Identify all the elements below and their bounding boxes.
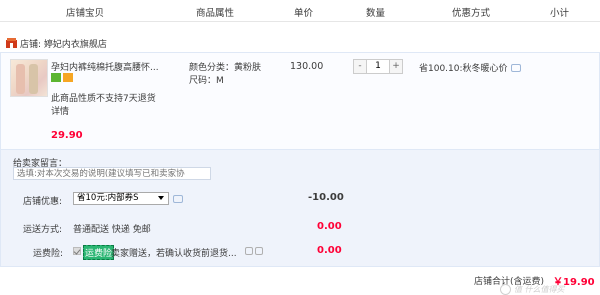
- insurance-icons: [245, 247, 265, 258]
- promotion-chat-icon[interactable]: [510, 64, 521, 72]
- insurance-label: 运费险:: [33, 249, 64, 259]
- coupon-label: 店铺优惠:: [23, 197, 63, 207]
- insurance-highlight: 运费险: [83, 245, 115, 260]
- quantity-input[interactable]: 1: [367, 60, 389, 73]
- return-policy-note: 此商品性质不支持7天退货: [51, 94, 156, 104]
- quantity-increase-button[interactable]: +: [389, 60, 402, 73]
- coupon-select-value: 省10元:内部券S: [77, 193, 139, 203]
- watermark-logo-icon: [500, 284, 511, 295]
- column-header-shop-item: 店铺宝贝: [66, 8, 105, 19]
- cart-item: 孕妇内裤纯棉托腹高腰怀... 此商品性质不支持7天退货 详情 29.90 颜色分…: [0, 52, 600, 150]
- insurance-description: 卖家赠送，若确认收货前退货...: [111, 249, 237, 259]
- attribute-color: 颜色分类：黄粉肤: [189, 63, 262, 73]
- promotion-info: 省100.10:秋冬暖心价: [419, 61, 521, 74]
- shop-row: 店铺: 婷妃内衣旗舰店: [0, 34, 600, 52]
- item-price-red: 29.90: [51, 130, 83, 141]
- shipping-amount: 0.00: [317, 221, 342, 232]
- order-options-panel: 给卖家留言： 店铺优惠: 省10元:内部券S -10.00 运送方式: 普通配送…: [0, 150, 600, 267]
- coupon-amount: -10.00: [308, 192, 344, 203]
- seller-message-input[interactable]: [13, 167, 211, 180]
- chevron-down-icon: [158, 196, 164, 200]
- detail-link[interactable]: 详情: [51, 104, 69, 117]
- attribute-size: 尺码：M: [189, 76, 224, 86]
- shipping-label: 运送方式:: [23, 225, 63, 235]
- coupon-chat-icon[interactable]: [173, 195, 183, 203]
- product-title-link[interactable]: 孕妇内裤纯棉托腹高腰怀...: [51, 60, 159, 73]
- quantity-decrease-button[interactable]: -: [354, 60, 367, 73]
- promotion-text: 省100.10:秋冬暖心价: [419, 64, 508, 74]
- coupon-select[interactable]: 省10元:内部券S: [73, 192, 169, 205]
- shop-name-link[interactable]: 店铺: 婷妃内衣旗舰店: [20, 37, 107, 50]
- unit-price-value: 130.00: [290, 61, 324, 72]
- product-thumbnail[interactable]: [10, 59, 48, 97]
- service-badge-icon: [51, 73, 61, 82]
- product-badges: [51, 73, 75, 83]
- column-header-subtotal: 小计: [550, 8, 570, 19]
- column-header-bar: 店铺宝贝 商品属性 单价 数量 优惠方式 小计: [0, 0, 600, 22]
- column-header-promotion: 优惠方式: [452, 8, 491, 19]
- help-icon[interactable]: [255, 247, 263, 255]
- chat-icon[interactable]: [245, 247, 253, 255]
- card-badge-icon: [63, 73, 73, 82]
- shop-icon: [6, 38, 17, 48]
- column-header-unit-price: 单价: [294, 8, 314, 19]
- shipping-method: 普通配送 快递 免邮: [73, 225, 151, 235]
- watermark-text: 值 什么值得买: [514, 285, 565, 294]
- site-watermark: 值 什么值得买: [500, 284, 595, 295]
- column-header-attributes: 商品属性: [196, 8, 235, 19]
- insurance-amount: 0.00: [317, 245, 342, 256]
- quantity-stepper: - 1 +: [353, 59, 403, 74]
- column-header-quantity: 数量: [366, 8, 386, 19]
- insurance-checkbox[interactable]: [73, 247, 81, 255]
